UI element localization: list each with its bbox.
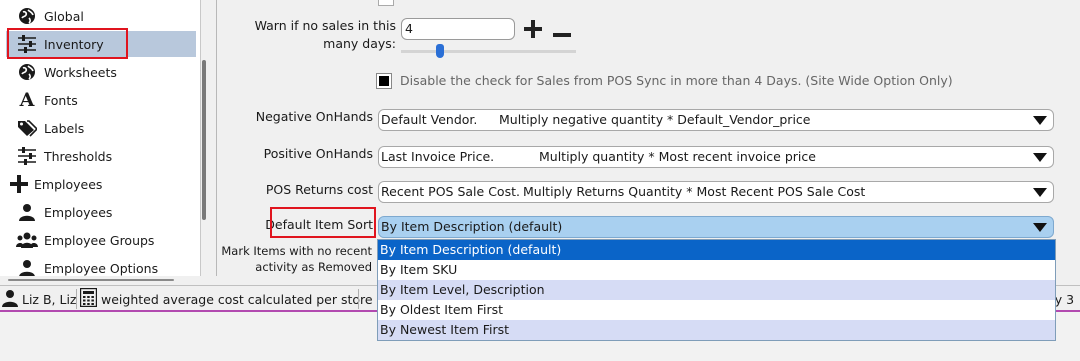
pos-returns-cost-select[interactable]: Recent POS Sale Cost. Multiply Returns Q… — [378, 181, 1054, 203]
warn-days-slider[interactable] — [401, 50, 576, 53]
status-user[interactable]: Liz B, Liz — [2, 288, 77, 310]
divider — [358, 289, 359, 309]
sidebar-item-label: Employees — [44, 204, 113, 220]
font-icon: A — [19, 89, 35, 111]
plus-icon[interactable] — [524, 20, 542, 41]
status-user-name: Liz B, Liz — [22, 291, 77, 307]
globe-icon — [16, 61, 38, 83]
divider — [216, 0, 217, 276]
minus-icon[interactable] — [553, 27, 571, 41]
sidebar-scrollbar[interactable] — [202, 60, 206, 220]
select-value-a: Default Vendor. — [381, 112, 478, 127]
calculator-icon — [79, 287, 98, 310]
mark-removed-label-line2: activity as Removed — [255, 260, 372, 274]
sidebar-item-employee-groups[interactable]: Employee Groups — [6, 227, 196, 253]
user-icon — [16, 257, 38, 276]
checkbox-mark — [379, 76, 389, 86]
select-value: By Item Description (default) — [381, 219, 563, 234]
negative-onhands-select[interactable]: Default Vendor. Multiply negative quanti… — [378, 109, 1054, 131]
sidebar-item-label: Employee Options — [44, 260, 159, 276]
select-value-b: Multiply Returns Quantity * Most Recent … — [523, 184, 866, 199]
chevron-down-icon — [1033, 188, 1047, 197]
sidebar-item-label: Employees — [34, 176, 103, 192]
sidebar-horizontal-scrollbar[interactable] — [8, 279, 174, 281]
sidebar-item-thresholds[interactable]: Thresholds — [6, 143, 196, 169]
positive-onhands-select[interactable]: Last Invoice Price. Multiply quantity * … — [378, 146, 1054, 168]
highlight-box-item-sort — [270, 207, 376, 238]
chevron-down-icon — [1033, 153, 1047, 162]
users-icon — [16, 229, 38, 251]
item-sort-dropdown-list: By Item Description (default) By Item SK… — [377, 239, 1056, 341]
sidebar-item-label: Worksheets — [44, 64, 117, 80]
select-value-b: Multiply quantity * Most recent invoice … — [539, 149, 816, 164]
chevron-down-icon — [1033, 116, 1047, 125]
sidebar-group-employees[interactable]: Employees — [0, 171, 190, 197]
positive-onhands-label: Positive OnHands — [263, 146, 373, 161]
mark-removed-label-line1: Mark Items with no recent — [221, 244, 372, 258]
plus-icon — [8, 173, 30, 195]
globe-icon — [16, 5, 38, 27]
sidebar-item-global[interactable]: Global — [6, 3, 196, 29]
disable-pos-check-checkbox[interactable] — [376, 73, 392, 89]
sidebar-item-employees[interactable]: Employees — [6, 199, 196, 225]
default-item-sort-select[interactable]: By Item Description (default) — [378, 216, 1054, 238]
checkbox-partial[interactable] — [378, 0, 394, 6]
option-oldest-item-first[interactable]: By Oldest Item First — [378, 300, 1055, 320]
mark-removed-label: Mark Items with no recent activity as Re… — [220, 243, 372, 275]
sidebar-item-employee-options[interactable]: Employee Options — [6, 255, 196, 276]
chevron-down-icon — [1033, 223, 1047, 232]
sidebar-clip: Employee Options — [0, 253, 200, 276]
option-item-description[interactable]: By Item Description (default) — [378, 240, 1055, 260]
sidebar-item-label: Labels — [44, 120, 85, 136]
sidebar-item-label: Global — [44, 8, 84, 24]
option-newest-item-first[interactable]: By Newest Item First — [378, 320, 1055, 340]
status-cost-text: weighted average cost calculated per sto… — [101, 291, 373, 307]
warn-days-label: Warn if no sales in this many days: — [230, 17, 396, 53]
option-item-level-description[interactable]: By Item Level, Description — [378, 280, 1055, 300]
highlight-box-inventory — [7, 28, 128, 59]
status-cost-method: weighted average cost calculated per sto… — [79, 287, 373, 310]
divider — [76, 289, 77, 309]
user-icon — [2, 289, 18, 310]
sidebar-item-label: Fonts — [44, 92, 78, 108]
select-value-b: Multiply negative quantity * Default_Ven… — [499, 112, 811, 127]
tags-icon — [16, 117, 38, 139]
warn-days-input[interactable]: 4 — [401, 18, 515, 40]
pos-returns-cost-label: POS Returns cost — [265, 182, 373, 197]
select-value-a: Recent POS Sale Cost. — [381, 184, 520, 199]
negative-onhands-label: Negative OnHands — [255, 109, 373, 124]
sidebar-item-labels[interactable]: Labels — [6, 115, 196, 141]
sidebar-item-fonts[interactable]: A Fonts — [6, 87, 196, 113]
warn-days-label-text: Warn if no sales in this many days: — [254, 18, 396, 51]
option-item-sku[interactable]: By Item SKU — [378, 260, 1055, 280]
sliders-icon — [16, 145, 38, 167]
sidebar-item-label: Thresholds — [44, 148, 113, 164]
sidebar-item-label: Employee Groups — [44, 232, 155, 248]
slider-thumb[interactable] — [436, 44, 444, 58]
disable-pos-check-label: Disable the check for Sales from POS Syn… — [400, 73, 953, 88]
user-icon — [16, 201, 38, 223]
select-value-a: Last Invoice Price. — [381, 149, 495, 164]
sidebar-item-worksheets[interactable]: Worksheets — [6, 59, 196, 85]
